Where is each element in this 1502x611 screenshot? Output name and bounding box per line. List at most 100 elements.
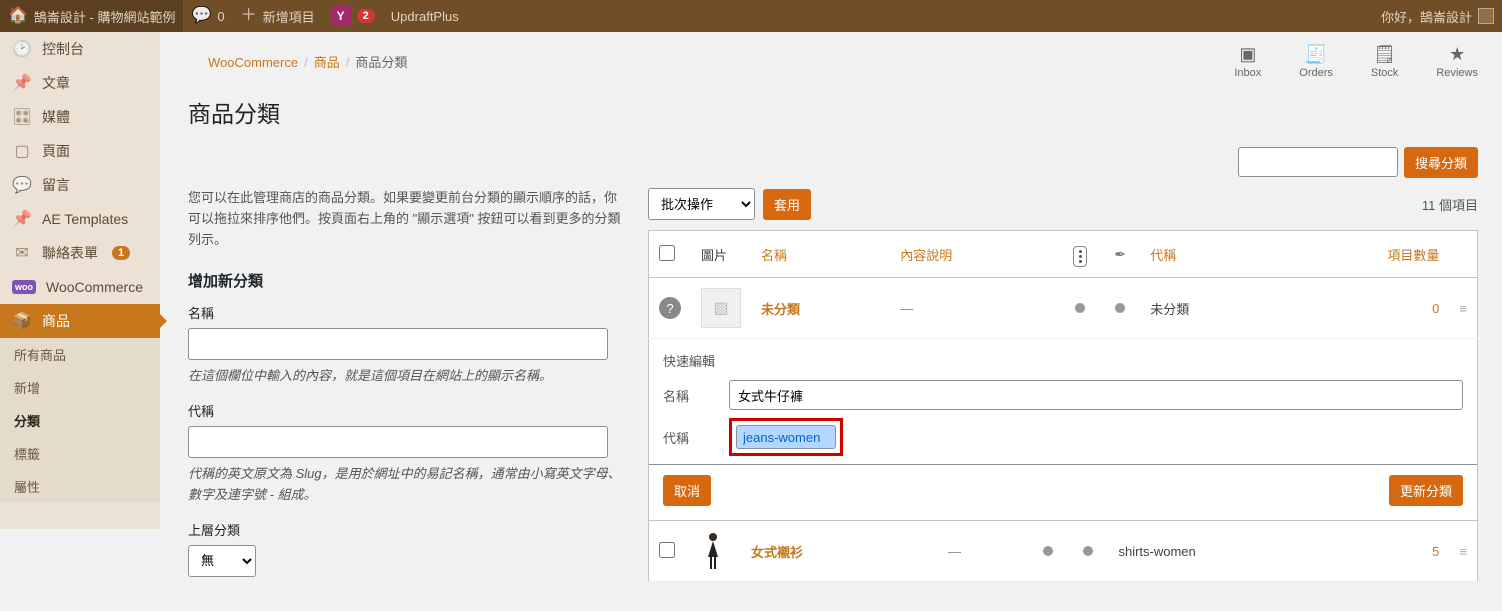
panel-inbox[interactable]: ▣Inbox	[1234, 44, 1261, 79]
help-icon[interactable]: ?	[659, 297, 681, 319]
inbox-icon: ▣	[1239, 44, 1256, 65]
contact-badge: 1	[112, 246, 130, 260]
th-type-icon	[1073, 246, 1087, 267]
submenu-add-new[interactable]: 新增	[0, 371, 160, 404]
row-desc: —	[900, 301, 913, 316]
slug-help: 代稱的英文原文為 Slug，是用於網址中的易記名稱，通常由小寫英文字母、數字及連…	[188, 464, 628, 506]
quick-edit-title: 快速編輯	[663, 351, 1463, 370]
slug-input[interactable]	[188, 426, 608, 458]
menu-posts[interactable]: 📌文章	[0, 66, 160, 100]
row-desc: —	[948, 544, 961, 559]
menu-woocommerce[interactable]: wooWooCommerce	[0, 270, 160, 304]
quick-edit-panel: 快速編輯 名稱 代稱 取消 更新分類	[648, 339, 1478, 521]
drag-handle-icon[interactable]: ≡	[1459, 544, 1467, 559]
row-checkbox[interactable]	[659, 542, 675, 558]
admin-sidebar: 🕑控制台 📌文章 🎛媒體 ▢頁面 💬留言 📌AE Templates ✉聯絡表單…	[0, 32, 160, 529]
stock-icon: 🗒	[1373, 44, 1396, 65]
page-icon: ▢	[12, 141, 32, 161]
feather-icon: ✒	[1114, 246, 1126, 262]
dot-icon	[1083, 546, 1093, 556]
th-name[interactable]: 名稱	[751, 231, 890, 278]
row-name-link[interactable]: 未分類	[761, 302, 800, 317]
toolbar-site[interactable]: 🏠鵠崙設計 - 購物網站範例	[0, 0, 183, 32]
menu-contact[interactable]: ✉聯絡表單1	[0, 236, 160, 270]
bulk-action-select[interactable]: 批次操作	[648, 188, 755, 220]
toolbar-howdy[interactable]: 你好，鵠崙設計	[1373, 0, 1502, 32]
breadcrumb-products[interactable]: 商品	[314, 55, 340, 70]
submenu-tags[interactable]: 標籤	[0, 437, 160, 470]
item-count: 11 個項目	[1422, 195, 1478, 214]
panel-orders[interactable]: 🧾Orders	[1299, 44, 1333, 79]
dot-icon	[1075, 303, 1085, 313]
pin-icon: 📌	[12, 73, 32, 93]
breadcrumb-woocommerce[interactable]: WooCommerce	[208, 55, 298, 70]
submenu-attributes[interactable]: 屬性	[0, 470, 160, 503]
drag-handle-icon[interactable]: ≡	[1459, 301, 1467, 316]
menu-media[interactable]: 🎛媒體	[0, 100, 160, 134]
submenu-all-products[interactable]: 所有商品	[0, 338, 160, 371]
activity-panel: ▣Inbox 🧾Orders 🗒Stock ★Reviews	[1234, 44, 1478, 79]
woo-icon: woo	[12, 280, 36, 294]
media-icon: 🎛	[12, 107, 32, 127]
thumb-placeholder: ▧	[701, 288, 741, 328]
thumb-image	[695, 531, 731, 571]
qe-name-input[interactable]	[729, 380, 1463, 410]
qe-cancel-button[interactable]: 取消	[663, 475, 711, 506]
row-name-link[interactable]: 女式襯衫	[751, 545, 803, 560]
row-count: 5	[1432, 544, 1439, 559]
yoast-icon: Y	[331, 6, 351, 26]
toolbar-updraft[interactable]: UpdraftPlus	[383, 0, 467, 32]
main-content: ▣Inbox 🧾Orders 🗒Stock ★Reviews WooCommer…	[160, 32, 1502, 611]
table-row: ? ▧ 未分類 — 未分類 0 ≡	[649, 278, 1478, 339]
qe-update-button[interactable]: 更新分類	[1389, 475, 1463, 506]
menu-products[interactable]: 📦商品	[0, 304, 160, 338]
select-all-checkbox[interactable]	[659, 245, 675, 261]
mail-icon: ✉	[12, 243, 32, 263]
add-new-heading: 增加新分類	[188, 270, 628, 291]
dot-icon	[1043, 546, 1053, 556]
name-label: 名稱	[188, 303, 628, 322]
comment-icon: 💬	[12, 175, 32, 195]
menu-aetemplates[interactable]: 📌AE Templates	[0, 202, 160, 236]
dashboard-icon: 🕑	[12, 39, 32, 59]
slug-label: 代稱	[188, 401, 628, 420]
toolbar-new[interactable]: ＋新增項目	[233, 0, 323, 32]
avatar-icon	[1478, 8, 1494, 24]
home-icon: 🏠	[8, 8, 28, 24]
menu-dashboard[interactable]: 🕑控制台	[0, 32, 160, 66]
menu-pages[interactable]: ▢頁面	[0, 134, 160, 168]
page-title: 商品分類	[188, 81, 1478, 147]
th-slug[interactable]: 代稱	[1140, 231, 1279, 278]
table-row: 女式襯衫 — shirts-women 5 ≡	[649, 521, 1478, 582]
add-category-form: 您可以在此管理商店的商品分類。如果要變更前台分類的顯示順序的話，你可以拖拉來排序…	[188, 188, 628, 591]
categories-table-wrap: 批次操作 套用 11 個項目 圖片 名稱 內容說明 ✒	[648, 188, 1478, 591]
name-input[interactable]	[188, 328, 608, 360]
orders-icon: 🧾	[1305, 44, 1327, 65]
th-image: 圖片	[691, 231, 751, 278]
toolbar-yoast[interactable]: Y2	[323, 0, 383, 32]
submenu-categories[interactable]: 分類	[0, 404, 160, 437]
admin-toolbar: 🏠鵠崙設計 - 購物網站範例 💬0 ＋新增項目 Y2 UpdraftPlus 你…	[0, 0, 1502, 32]
name-help: 在這個欄位中輸入的內容，就是這個項目在網站上的顯示名稱。	[188, 366, 628, 387]
toolbar-comments[interactable]: 💬0	[183, 0, 232, 32]
search-categories-button[interactable]: 搜尋分類	[1404, 147, 1478, 178]
qe-slug-input[interactable]	[736, 425, 836, 449]
submenu-products: 所有商品 新增 分類 標籤 屬性	[0, 338, 160, 503]
bulk-apply-button[interactable]: 套用	[763, 189, 811, 220]
comment-icon: 💬	[191, 8, 211, 24]
qe-name-label: 名稱	[663, 386, 719, 405]
parent-label: 上層分類	[188, 520, 628, 539]
dot-icon	[1115, 303, 1125, 313]
plus-icon: ＋	[241, 8, 257, 24]
parent-select[interactable]: 無	[188, 545, 256, 577]
th-count[interactable]: 項目數量	[1279, 231, 1449, 278]
panel-reviews[interactable]: ★Reviews	[1436, 44, 1478, 79]
row-count: 0	[1432, 301, 1439, 316]
search-categories-input[interactable]	[1238, 147, 1398, 177]
qe-slug-label: 代稱	[663, 428, 719, 447]
menu-comments[interactable]: 💬留言	[0, 168, 160, 202]
categories-table-cont: 女式襯衫 — shirts-women 5 ≡	[648, 521, 1478, 582]
row-slug: shirts-women	[1108, 521, 1374, 582]
th-desc[interactable]: 內容說明	[890, 231, 1060, 278]
panel-stock[interactable]: 🗒Stock	[1371, 44, 1399, 79]
